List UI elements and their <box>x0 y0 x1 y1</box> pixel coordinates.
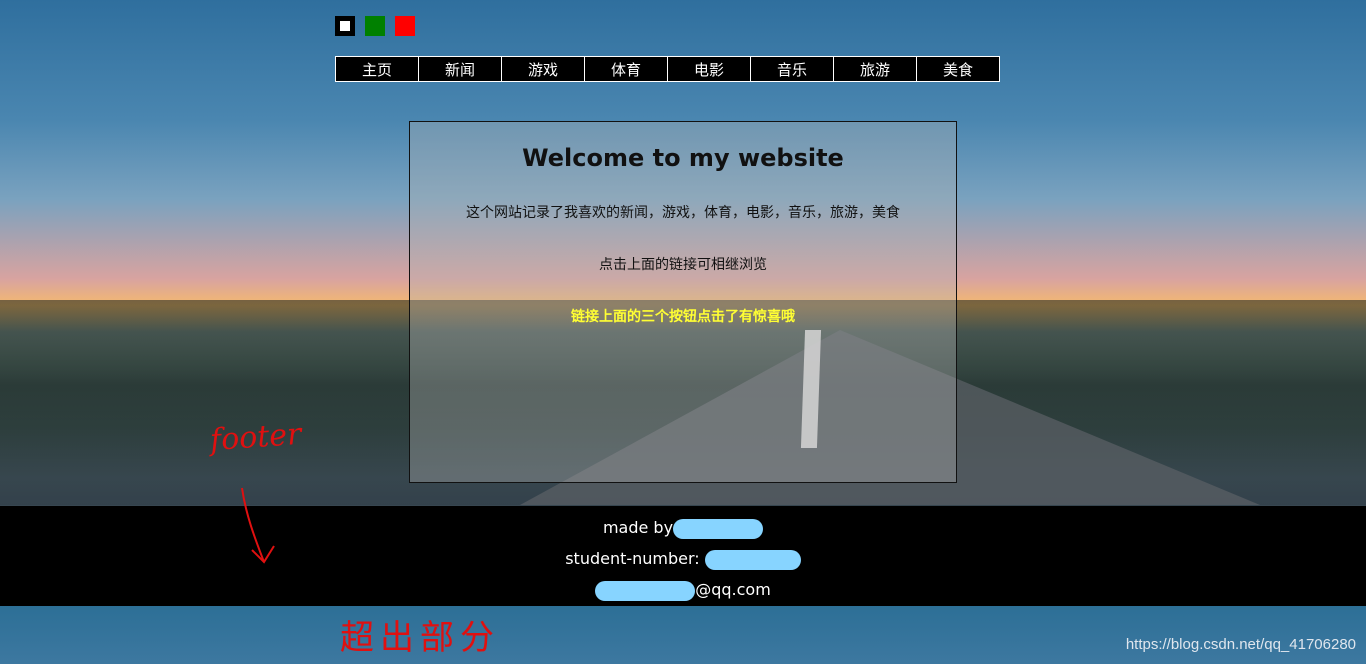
theme-swatches <box>335 16 415 36</box>
footer-email: @qq.com <box>0 574 1366 605</box>
black-theme-button[interactable] <box>335 16 355 36</box>
footer-student-number: student-number: <box>0 543 1366 574</box>
main-nav: 主页 新闻 游戏 体育 电影 音乐 旅游 美食 <box>335 56 1000 82</box>
watermark-url: https://blog.csdn.net/qq_41706280 <box>1125 636 1356 653</box>
redacted-name <box>673 518 764 539</box>
nav-item-travel[interactable]: 旅游 <box>833 56 917 82</box>
intro-text: 这个网站记录了我喜欢的新闻，游戏，体育，电影，音乐，旅游，美食 <box>466 205 900 221</box>
nav-item-sports[interactable]: 体育 <box>584 56 668 82</box>
surprise-hint: 链接上面的三个按钮点击了有惊喜哦 <box>571 309 795 325</box>
nav-item-games[interactable]: 游戏 <box>501 56 585 82</box>
email-suffix: @qq.com <box>695 580 771 599</box>
footer: made by student-number: @qq.com <box>0 506 1366 606</box>
redacted-student-number <box>704 549 801 570</box>
footer-annotation: footer <box>208 416 303 459</box>
nav-item-food[interactable]: 美食 <box>916 56 1000 82</box>
redacted-email <box>595 580 696 601</box>
welcome-panel: Welcome to my website 这个网站记录了我喜欢的新闻，游戏，体… <box>409 121 957 483</box>
footer-made-by: made by <box>0 512 1366 543</box>
made-by-label: made by <box>602 518 674 537</box>
nav-item-movies[interactable]: 电影 <box>667 56 751 82</box>
green-theme-button[interactable] <box>365 16 385 36</box>
nav-item-home[interactable]: 主页 <box>335 56 419 82</box>
student-number-label: student-number: <box>565 549 700 568</box>
red-theme-button[interactable] <box>395 16 415 36</box>
arrow-down-icon <box>241 487 275 564</box>
exceed-annotation: 超出部分 <box>340 618 500 658</box>
browse-hint: 点击上面的链接可相继浏览 <box>599 257 767 273</box>
nav-item-music[interactable]: 音乐 <box>750 56 834 82</box>
nav-item-news[interactable]: 新闻 <box>418 56 502 82</box>
page-title: Welcome to my website <box>522 144 844 172</box>
